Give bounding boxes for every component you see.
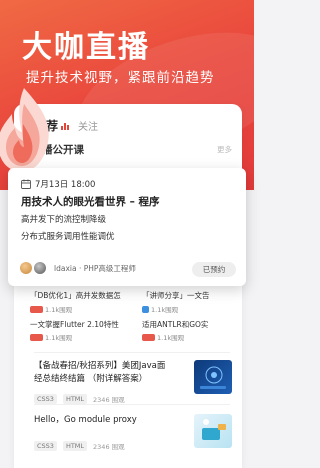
views-count: 2346 围观 (93, 443, 125, 451)
tag: HTML (62, 394, 88, 404)
tag: HTML (62, 441, 88, 451)
views-count: 1.1k围观 (151, 306, 179, 314)
flame-logo-icon (0, 88, 49, 172)
tab-follow[interactable]: 关注 (78, 118, 98, 133)
live-course-card[interactable]: 7月13日 18:00 用技术人的眼光看世界 – 程序 高并发下的流控制降级 分… (8, 168, 246, 286)
views-badge-icon (30, 333, 43, 341)
views-count: 1.1k围观 (45, 306, 73, 314)
grid-item-title[interactable]: 「讲师分享」一文告 (142, 290, 240, 301)
course-title: 用技术人的眼光看世界 – 程序 (21, 196, 160, 208)
views-count: 1.1k围观 (45, 334, 73, 342)
views-badge-icon (142, 305, 149, 313)
list-item[interactable]: Hello，Go module proxy CSS3 HTML 2346 围观 (34, 414, 232, 451)
grid-item-views: 1.1k围观 (142, 332, 184, 342)
section-more-link[interactable]: 更多 (217, 144, 232, 155)
avatar (34, 262, 46, 274)
views-badge-icon (142, 333, 155, 341)
course-date-text: 7月13日 18:00 (35, 180, 96, 190)
tag: CSS3 (34, 394, 57, 404)
bars-icon (61, 122, 70, 130)
grid-item-views: 1.1k围观 (30, 304, 72, 314)
hero-title: 大咖直播 (22, 30, 150, 65)
list-item-title: Hello，Go module proxy (34, 415, 137, 425)
author-name: ldaxia · PHP高级工程师 (54, 263, 136, 273)
course-topic-1: 高并发下的流控制降级 (21, 215, 107, 225)
grid-item-views: 1.1k围观 (30, 332, 72, 342)
divider (34, 352, 230, 353)
hero-subtitle: 提升技术视野，紧跟前沿趋势 (26, 70, 215, 86)
course-thumbnail (194, 360, 232, 394)
views-count: 2346 围观 (93, 396, 125, 404)
grid-item-title[interactable]: 「DB优化1」高并发数据怎 (30, 290, 134, 301)
grid-item-views: 1.1k围观 (142, 304, 178, 314)
course-date: 7月13日 18:00 (21, 178, 95, 190)
tag: CSS3 (34, 441, 57, 451)
course-topic-2: 分布式服务调用性能调优 (21, 232, 115, 242)
list-item-title: 【备战春招/秋招系列】美团Java面经总结终结篇 （附详解答案） (34, 361, 166, 384)
grid-item-title[interactable]: 适用ANTLR和GO实 (142, 319, 240, 330)
course-author: ldaxia · PHP高级工程师 (20, 262, 136, 274)
thumbnail-art (202, 419, 226, 440)
booked-button[interactable]: 已预约 (192, 262, 236, 277)
views-count: 1.1k围观 (157, 334, 185, 342)
thumbnail-art (200, 366, 226, 389)
course-grid: 「DB优化1」高并发数据怎 1.1k围观 「讲师分享」一文告 1.1k围观 一文… (30, 290, 240, 342)
calendar-icon (21, 179, 31, 189)
grid-item-title[interactable]: 一文掌握Flutter 2.10特性 (30, 319, 134, 330)
course-thumbnail (194, 414, 232, 448)
list-item[interactable]: 【备战春招/秋招系列】美团Java面经总结终结篇 （附详解答案） CSS3 HT… (34, 360, 232, 404)
avatar (20, 262, 32, 274)
list-item-tags: CSS3 HTML 2346 围观 (34, 394, 224, 404)
divider (34, 404, 230, 405)
views-badge-icon (30, 305, 43, 313)
